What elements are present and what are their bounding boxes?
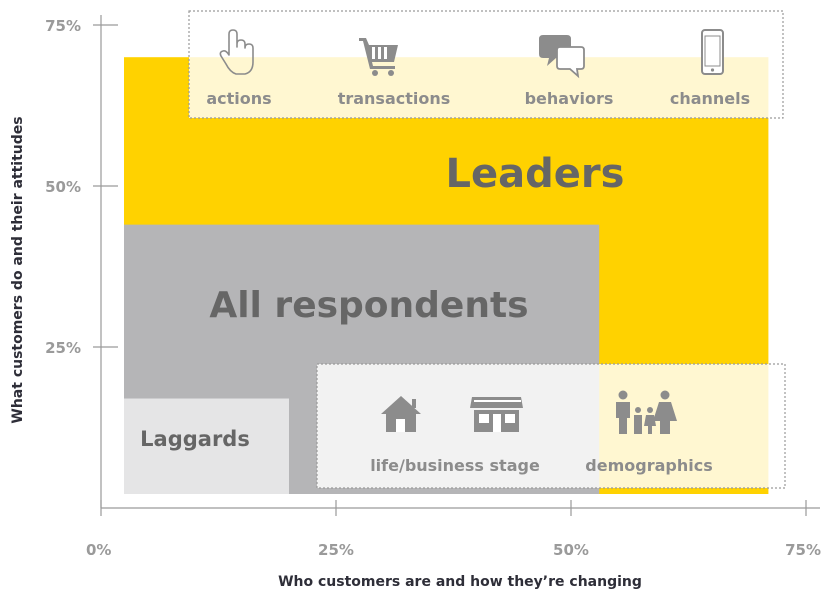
y-tick-label: 50% [45,178,81,196]
chart: 0% 25% 50% 75%25%50%75% actions transact… [10,10,821,590]
x-tick-label: 75% [785,541,821,559]
label-demographics: demographics [585,456,712,475]
attitudes-box: actions transactions behaviors channels [188,10,784,119]
y-tick-label: 25% [45,339,81,357]
x-tick-label: 50% [553,541,589,559]
band-label-all-respondents: All respondents [209,285,528,326]
label-channels: channels [670,89,750,108]
x-tick-label: 25% [318,541,354,559]
label-behaviors: behaviors [525,89,614,108]
mobile-phone-icon [701,29,724,75]
y-axis-title: What customers do and their attitudes [10,116,26,423]
x-axis-title: Who customers are and how they’re changi… [278,574,642,590]
storefront-icon [470,397,523,432]
label-life-business-stage: life/business stage [370,456,540,475]
y-tick-label: 75% [45,17,81,35]
x-tick-label: 0% [86,541,111,559]
band-label-laggards: Laggards [140,427,250,451]
label-actions: actions [206,89,271,108]
label-transactions: transactions [338,89,451,108]
band-label-leaders: Leaders [446,151,625,197]
identity-box: life/business stage demographics [316,363,786,489]
